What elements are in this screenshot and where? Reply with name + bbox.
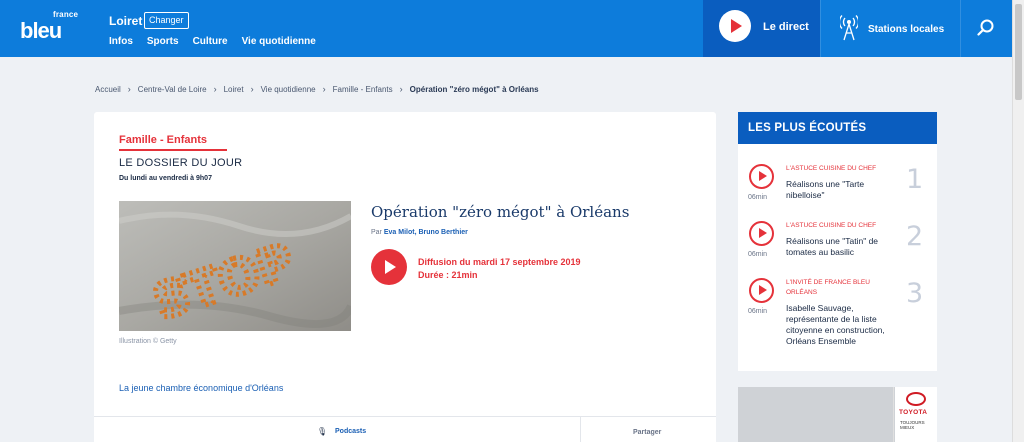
breadcrumb-item[interactable]: Accueil: [95, 85, 121, 94]
france-bleu-logo[interactable]: france bleu: [20, 10, 78, 44]
item-show[interactable]: L'ASTUCE CUISINE DU CHEF: [786, 164, 896, 174]
author-link[interactable]: Bruno Berthier: [418, 229, 467, 236]
breadcrumb-current: Opération "zéro mégot" à Orléans: [409, 84, 539, 94]
nav-item-sports[interactable]: Sports: [147, 36, 179, 47]
category-link[interactable]: Famille - Enfants: [119, 134, 227, 151]
author-link[interactable]: Eva Milot: [384, 229, 415, 236]
show-schedule: Du lundi au vendredi à 9h07: [119, 175, 212, 182]
nav-item-culture[interactable]: Culture: [193, 36, 228, 47]
breadcrumb-item[interactable]: Centre-Val de Loire: [138, 85, 207, 94]
chevron-right-icon: ›: [399, 84, 403, 94]
item-rank: 2: [906, 221, 924, 252]
item-show[interactable]: L'INVITÉ DE FRANCE BLEU ORLÉANS: [786, 278, 896, 298]
play-icon[interactable]: [749, 278, 774, 303]
play-icon[interactable]: [749, 164, 774, 189]
item-show[interactable]: L'ASTUCE CUISINE DU CHEF: [786, 221, 896, 231]
antenna-icon: [840, 15, 858, 41]
breadcrumb-item[interactable]: Vie quotidienne: [261, 85, 316, 94]
play-icon[interactable]: [749, 221, 774, 246]
local-stations-button[interactable]: Stations locales: [820, 0, 960, 57]
broadcast-date: Diffusion du mardi 17 septembre 2019: [418, 257, 581, 267]
chevron-right-icon: ›: [322, 84, 326, 94]
breadcrumb: Accueil › Centre-Val de Loire › Loiret › Vi…: [95, 84, 539, 94]
change-region-button[interactable]: Changer: [144, 12, 189, 29]
stations-label: Stations locales: [868, 24, 945, 35]
breadcrumb-item[interactable]: Famille - Enfants: [333, 85, 393, 94]
tab-podcasts[interactable]: 🎙 Podcasts: [94, 417, 580, 442]
search-icon: [977, 19, 994, 36]
live-button[interactable]: Le direct: [703, 0, 820, 57]
main-nav: Infos Sports Culture Vie quotidienne: [109, 36, 316, 47]
episode-image: STOP: [119, 201, 351, 331]
region-name: Loiret: [109, 14, 143, 28]
list-item[interactable]: 06min L'INVITÉ DE FRANCE BLEU ORLÉANS Is…: [738, 278, 937, 346]
item-rank: 3: [906, 278, 924, 309]
episode-card: Famille - Enfants LE DOSSIER DU JOUR Du …: [94, 112, 716, 442]
toyota-logo-icon: [906, 392, 926, 406]
play-episode-button[interactable]: [371, 249, 407, 285]
advertisement[interactable]: TOYOTA TOUJOURS MIEUX: [738, 387, 937, 442]
episode-tabbar: 🎙 Podcasts Partager: [94, 416, 716, 442]
panel-title: LES PLUS ÉCOUTÉS: [738, 112, 937, 144]
item-duration: 06min: [748, 308, 768, 315]
play-icon: [385, 260, 396, 274]
item-title[interactable]: Réalisons une "Tarte nibelloise": [786, 179, 894, 201]
microphone-icon: 🎙: [317, 427, 328, 436]
related-link[interactable]: La jeune chambre économique d'Orléans: [119, 383, 283, 393]
breadcrumb-item[interactable]: Loiret: [224, 85, 244, 94]
logo-big-text: bleu: [20, 18, 62, 43]
item-duration: 06min: [748, 194, 768, 201]
play-icon: [719, 10, 751, 42]
chevron-right-icon: ›: [127, 84, 131, 94]
page-scrollbar[interactable]: [1012, 0, 1024, 442]
search-button[interactable]: [960, 0, 1012, 57]
most-listened-panel: LES PLUS ÉCOUTÉS 06min L'ASTUCE CUISINE …: [738, 112, 937, 371]
site-header: france bleu Loiret Changer Infos Sports …: [0, 0, 1012, 57]
list-item[interactable]: 06min L'ASTUCE CUISINE DU CHEF Réalisons…: [738, 221, 937, 278]
ad-slogan: TOUJOURS MIEUX: [900, 420, 925, 430]
show-title[interactable]: LE DOSSIER DU JOUR: [119, 157, 242, 169]
episode-duration: Durée : 21min: [418, 270, 478, 280]
item-title[interactable]: Isabelle Sauvage, représentante de la li…: [786, 303, 894, 347]
tab-share-label: Partager: [633, 429, 662, 436]
nav-item-vie-quotidienne[interactable]: Vie quotidienne: [242, 36, 316, 47]
item-duration: 06min: [748, 251, 768, 258]
chevron-right-icon: ›: [213, 84, 217, 94]
live-label: Le direct: [763, 21, 809, 33]
list-item[interactable]: 06min L'ASTUCE CUISINE DU CHEF Réalisons…: [738, 164, 937, 221]
tab-share[interactable]: Partager: [580, 417, 716, 442]
chevron-right-icon: ›: [250, 84, 254, 94]
episode-title: Opération "zéro mégot" à Orléans: [371, 203, 630, 221]
ad-brand: TOYOTA: [899, 409, 928, 416]
byline: Par Eva Milot, Bruno Berthier: [371, 229, 468, 236]
tab-podcasts-label: Podcasts: [335, 428, 367, 435]
item-title[interactable]: Réalisons une "Tatin" de tomates au basi…: [786, 236, 894, 258]
nav-item-infos[interactable]: Infos: [109, 36, 133, 47]
image-caption: Illustration © Getty: [119, 338, 177, 345]
ad-brand-block: TOYOTA TOUJOURS MIEUX: [895, 387, 937, 442]
byline-prefix: Par: [371, 229, 382, 236]
item-rank: 1: [906, 164, 924, 195]
scrollbar-thumb[interactable]: [1015, 4, 1022, 100]
